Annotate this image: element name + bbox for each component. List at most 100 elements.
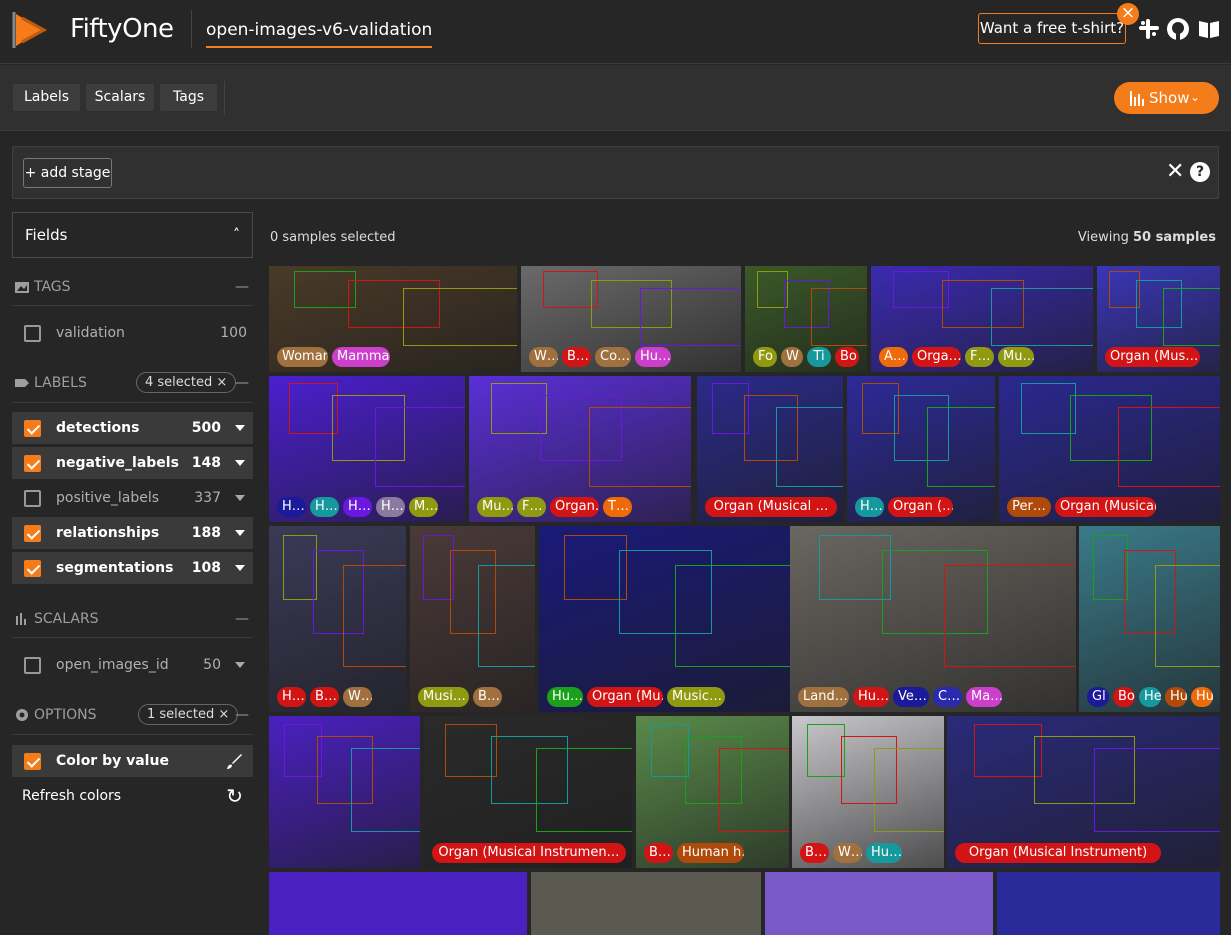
- checkbox[interactable]: [24, 455, 41, 472]
- refresh-icon[interactable]: ↻: [226, 780, 243, 812]
- tshirt-button[interactable]: Want a free t-shirt?: [978, 13, 1126, 44]
- bounding-box: [564, 535, 627, 600]
- tab-labels[interactable]: Labels: [13, 84, 80, 111]
- checkbox[interactable]: [24, 753, 41, 770]
- sample-tile[interactable]: Hu…Organ (Mu…Music…: [539, 526, 790, 712]
- collapse-icon[interactable]: —: [235, 370, 249, 396]
- label-pill: B…: [473, 687, 502, 707]
- clear-stages-icon[interactable]: ✕: [1166, 157, 1188, 187]
- scalar-row-open-images-id[interactable]: open_images_id 50: [12, 649, 253, 681]
- sample-tile[interactable]: Organ (Mus…: [1097, 266, 1220, 372]
- divider: [12, 734, 253, 735]
- slack-icon[interactable]: [1137, 17, 1161, 41]
- sample-tile[interactable]: Mu…F…Organ…T…: [469, 376, 691, 522]
- bounding-box: [893, 271, 949, 308]
- caret-down-icon[interactable]: [235, 662, 245, 668]
- label-pill: Human h…: [677, 843, 744, 863]
- checkbox[interactable]: [24, 657, 41, 674]
- options-section-header[interactable]: OPTIONS 1 selected × —: [12, 702, 253, 728]
- sample-tile[interactable]: Woman Mammal: [269, 266, 517, 372]
- color-by-value-row[interactable]: Color by value: [12, 745, 253, 777]
- options-selected-pill[interactable]: 1 selected ×: [138, 704, 239, 725]
- divider: [12, 305, 253, 306]
- sample-tile[interactable]: H… H… H… H… M…: [269, 376, 465, 522]
- docs-book-icon[interactable]: [1197, 17, 1221, 41]
- add-stage-button[interactable]: + add stage: [23, 158, 112, 188]
- label-row-positive-labels[interactable]: positive_labels 337: [12, 482, 253, 514]
- show-button[interactable]: Show ⌄: [1114, 82, 1219, 114]
- sample-tile[interactable]: Per…Organ (Musical Ins…: [999, 376, 1220, 522]
- sample-tile[interactable]: [997, 872, 1220, 935]
- sample-tile[interactable]: H… B… W…: [269, 526, 406, 712]
- collapse-icon[interactable]: —: [235, 606, 249, 632]
- label-row-detections[interactable]: detections 500: [12, 412, 253, 444]
- caret-down-icon[interactable]: [235, 425, 245, 431]
- sample-tile[interactable]: Organ (Musical Instrument): [947, 716, 1220, 868]
- label-row-relationships[interactable]: relationships 188: [12, 517, 253, 549]
- sample-tile[interactable]: [269, 872, 527, 935]
- viewing-number: 50 samples: [1133, 230, 1216, 245]
- toolbar-divider: [224, 81, 225, 115]
- bounding-box: [283, 535, 317, 600]
- label-pill: B…: [310, 687, 339, 707]
- sample-tile[interactable]: Land… Hu… Ve… C… Ma…: [790, 526, 1076, 712]
- sample-tile[interactable]: [765, 872, 993, 935]
- bounding-box: [1163, 288, 1220, 346]
- sample-tile[interactable]: B…Human h…: [636, 716, 789, 868]
- scalars-section-header[interactable]: SCALARS —: [12, 606, 253, 632]
- label-pill: Per…: [1007, 497, 1051, 517]
- checkbox[interactable]: [24, 420, 41, 437]
- dataset-selector[interactable]: open-images-v6-validation: [206, 20, 433, 48]
- collapse-icon[interactable]: —: [235, 702, 249, 728]
- tags-section-header[interactable]: TAGS —: [12, 274, 253, 300]
- labels-selected-pill[interactable]: 4 selected ×: [136, 372, 237, 393]
- sample-tile[interactable]: [531, 872, 761, 935]
- checkbox[interactable]: [24, 325, 41, 342]
- caret-down-icon[interactable]: [235, 495, 245, 501]
- fiftyone-logo-icon[interactable]: [12, 10, 52, 50]
- tag-row-validation[interactable]: validation 100: [12, 317, 253, 349]
- caret-down-icon[interactable]: [235, 530, 245, 536]
- label-row-negative-labels[interactable]: negative_labels 148: [12, 447, 253, 479]
- sample-tile[interactable]: A… Orga… F… Mu…: [871, 266, 1093, 372]
- label-pill: Hu…: [547, 687, 583, 707]
- bounding-box: [991, 288, 1093, 346]
- fields-dropdown[interactable]: Fields ˄: [12, 212, 253, 258]
- sample-tile[interactable]: Fo W Ti Bo: [745, 266, 867, 372]
- checkbox[interactable]: [24, 490, 41, 507]
- caret-down-icon[interactable]: [235, 460, 245, 466]
- label-pill: F…: [517, 497, 546, 517]
- label-pill: Bo: [1113, 687, 1135, 707]
- checkbox[interactable]: [24, 525, 41, 542]
- labels-section-header[interactable]: LABELS 4 selected × —: [12, 370, 253, 396]
- sample-tile[interactable]: Organ (Musical Instrumen…: [424, 716, 632, 868]
- paintbrush-icon[interactable]: [225, 753, 243, 771]
- sample-tile[interactable]: Gl Bo He Hu Hu: [1079, 526, 1220, 712]
- sample-tile[interactable]: B… W… Hu…: [792, 716, 944, 868]
- sample-tile[interactable]: W… B… Co… Hu…: [521, 266, 741, 372]
- checkbox[interactable]: [24, 560, 41, 577]
- bounding-box: [675, 565, 790, 667]
- collapse-icon[interactable]: —: [235, 274, 249, 300]
- row-count: 50: [203, 657, 221, 673]
- label-pill: W…: [833, 843, 862, 863]
- tab-tags[interactable]: Tags: [160, 84, 217, 111]
- help-icon[interactable]: ?: [1190, 162, 1210, 182]
- bounding-box: [491, 383, 547, 434]
- sample-tile[interactable]: Musi… B…: [410, 526, 535, 712]
- tags-title: TAGS: [34, 279, 71, 295]
- sample-tile[interactable]: Organ (Musical …: [697, 376, 843, 522]
- label-pill: Organ (Musical …: [705, 497, 837, 517]
- scalars-title: SCALARS: [34, 611, 99, 627]
- sample-tile[interactable]: [269, 716, 420, 868]
- label-row-segmentations[interactable]: segmentations 108: [12, 552, 253, 584]
- brand-name[interactable]: FiftyOne: [70, 14, 174, 44]
- options-title: OPTIONS: [34, 707, 97, 723]
- sample-tile[interactable]: H… Organ (…: [847, 376, 995, 522]
- tab-scalars[interactable]: Scalars: [86, 84, 154, 111]
- refresh-colors-row[interactable]: Refresh colors ↻: [12, 780, 253, 812]
- github-icon[interactable]: [1166, 17, 1190, 41]
- label-pill: H…: [277, 687, 306, 707]
- caret-down-icon[interactable]: [235, 565, 245, 571]
- close-icon[interactable]: ×: [1117, 3, 1139, 25]
